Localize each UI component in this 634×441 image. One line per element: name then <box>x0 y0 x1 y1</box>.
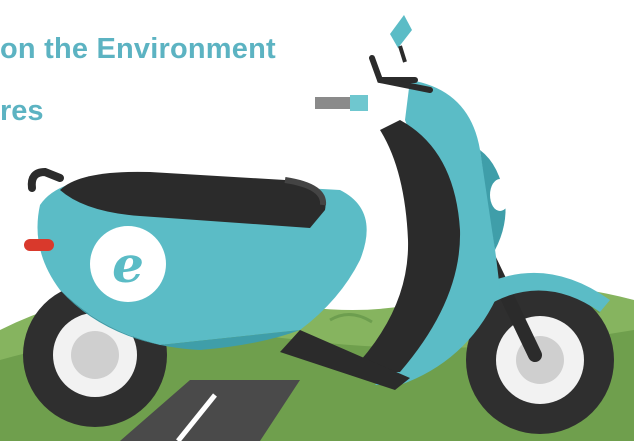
e-logo-letter: e <box>112 235 144 294</box>
scooter-illustration: e <box>0 15 634 441</box>
e-logo-icon: e <box>90 226 166 302</box>
